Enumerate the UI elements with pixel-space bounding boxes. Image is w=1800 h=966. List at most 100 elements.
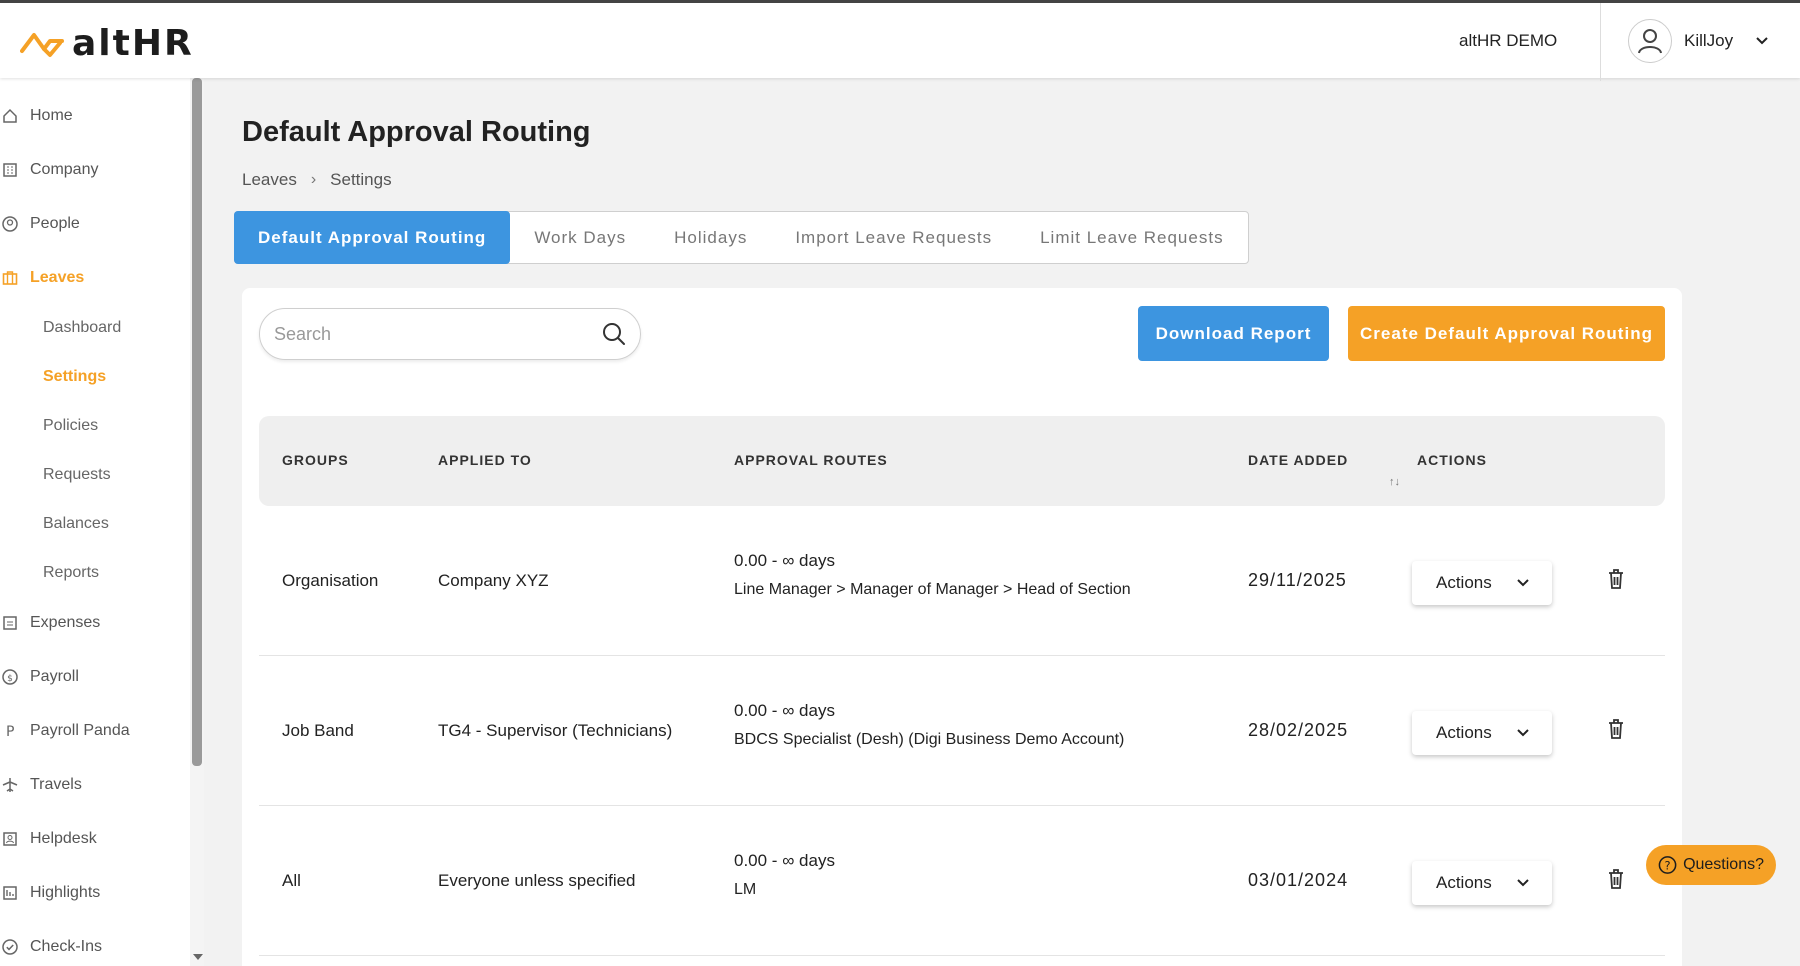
svg-text:?: ?	[1665, 858, 1671, 872]
logo-text: altHR	[72, 23, 194, 64]
sidebar-subitem-dashboard[interactable]: Dashboard	[43, 319, 121, 337]
route-range: 0.00 - ∞ days	[734, 551, 835, 570]
chevron-down-icon	[1517, 879, 1529, 887]
company-name: altHR DEMO	[1459, 31, 1558, 50]
search-icon[interactable]	[602, 322, 626, 346]
routing-card: Download Report Create Default Approval …	[242, 288, 1682, 966]
row-date-added: 28/02/2025	[1248, 720, 1349, 740]
sidebar-subitem-policies[interactable]: Policies	[43, 417, 98, 435]
actions-dropdown[interactable]: Actions	[1412, 711, 1552, 755]
chevron-down-icon	[1756, 37, 1768, 45]
user-name: KillJoy	[1684, 31, 1734, 50]
chevron-down-icon	[1517, 579, 1529, 587]
user-menu[interactable]: KillJoy	[1628, 19, 1769, 63]
sidebar-item-label: Payroll Panda	[30, 722, 130, 739]
sidebar-item-home[interactable]: Home	[0, 106, 73, 126]
tab-default-approval-routing[interactable]: Default Approval Routing	[234, 211, 511, 264]
sidebar-item-label: Payroll	[30, 668, 79, 685]
sidebar-item-company[interactable]: Company	[0, 160, 98, 180]
highlights-icon	[0, 883, 20, 903]
row-group: All	[282, 871, 301, 890]
sidebar-item-label: Helpdesk	[30, 830, 97, 847]
search-input[interactable]	[274, 323, 602, 345]
plane-icon	[0, 775, 20, 795]
sidebar: Home Company People Leaves Dashboard Set…	[0, 78, 190, 966]
sort-icon[interactable]: ↑↓	[1389, 476, 1400, 488]
top-bar: altHR altHR DEMO KillJoy	[0, 0, 1800, 81]
scrollbar-thumb[interactable]	[192, 78, 202, 766]
helpdesk-icon	[0, 829, 20, 849]
sidebar-item-payroll-panda[interactable]: P Payroll Panda	[0, 721, 130, 741]
column-header-approval-routes: APPROVAL ROUTES	[734, 452, 888, 468]
home-icon	[0, 106, 20, 126]
p-icon: P	[0, 721, 20, 741]
user-icon	[1638, 29, 1662, 54]
sidebar-item-label: Travels	[30, 776, 82, 793]
breadcrumb: Leaves › Settings	[242, 170, 392, 190]
tab-limit-leave-requests[interactable]: Limit Leave Requests	[1016, 212, 1247, 263]
tab-work-days[interactable]: Work Days	[510, 212, 650, 263]
sidebar-item-leaves[interactable]: Leaves	[0, 268, 84, 288]
sidebar-scrollbar[interactable]	[190, 78, 204, 966]
row-date-added: 29/11/2025	[1248, 570, 1347, 590]
sidebar-item-expenses[interactable]: Expenses	[0, 613, 100, 633]
building-icon	[0, 160, 20, 180]
sidebar-item-travels[interactable]: Travels	[0, 775, 82, 795]
download-report-button[interactable]: Download Report	[1138, 306, 1329, 361]
svg-text:P: P	[6, 724, 14, 739]
svg-text:$: $	[7, 674, 13, 684]
help-circle-icon: ?	[1658, 856, 1677, 874]
settings-tabs: Default Approval Routing Work Days Holid…	[234, 211, 1249, 264]
table-row: All Everyone unless specified 0.00 - ∞ d…	[259, 806, 1665, 956]
tab-holidays[interactable]: Holidays	[650, 212, 771, 263]
sidebar-item-helpdesk[interactable]: Helpdesk	[0, 829, 97, 849]
route-range: 0.00 - ∞ days	[734, 851, 835, 870]
questions-button[interactable]: ? Questions?	[1646, 845, 1776, 885]
sidebar-item-label: Check-Ins	[30, 938, 103, 955]
trash-icon[interactable]	[1606, 868, 1626, 890]
row-group: Organisation	[282, 571, 379, 590]
route-path: LM	[734, 881, 757, 898]
sidebar-subitem-reports[interactable]: Reports	[43, 564, 99, 582]
sidebar-item-label: Highlights	[30, 884, 101, 901]
sidebar-item-label: Leaves	[30, 269, 85, 286]
actions-label: Actions	[1436, 873, 1492, 892]
sidebar-item-check-ins[interactable]: Check-Ins	[0, 937, 102, 957]
table-row: Job Band TG4 - Supervisor (Technicians) …	[259, 656, 1665, 806]
row-applied-to: Everyone unless specified	[438, 871, 636, 890]
logo[interactable]: altHR	[20, 23, 194, 64]
chevron-right-icon: ›	[310, 171, 317, 188]
scroll-down-icon[interactable]	[193, 954, 203, 960]
logo-mark-icon	[20, 32, 64, 57]
actions-dropdown[interactable]: Actions	[1412, 861, 1552, 905]
dollar-icon: $	[0, 667, 20, 687]
route-range: 0.00 - ∞ days	[734, 701, 835, 720]
sidebar-item-label: Home	[30, 107, 73, 124]
actions-label: Actions	[1436, 723, 1492, 742]
divider	[1600, 3, 1601, 81]
create-routing-button[interactable]: Create Default Approval Routing	[1348, 306, 1665, 361]
sidebar-subitem-requests[interactable]: Requests	[43, 466, 111, 484]
route-path: Line Manager > Manager of Manager > Head…	[734, 581, 1131, 598]
column-header-date-added[interactable]: DATE ADDED	[1248, 452, 1348, 468]
column-header-applied-to: APPLIED TO	[438, 452, 532, 468]
avatar	[1628, 19, 1672, 63]
sidebar-subitem-balances[interactable]: Balances	[43, 515, 109, 533]
sidebar-item-label: People	[30, 215, 80, 232]
receipt-icon	[0, 613, 20, 633]
tab-import-leave-requests[interactable]: Import Leave Requests	[771, 212, 1016, 263]
breadcrumb-leaves[interactable]: Leaves	[242, 170, 297, 190]
actions-dropdown[interactable]: Actions	[1412, 561, 1552, 605]
sidebar-item-payroll[interactable]: $ Payroll	[0, 667, 79, 687]
sidebar-item-highlights[interactable]: Highlights	[0, 883, 100, 903]
sidebar-subitem-settings[interactable]: Settings	[43, 368, 106, 386]
actions-label: Actions	[1436, 573, 1492, 592]
trash-icon[interactable]	[1606, 568, 1626, 590]
column-header-actions: ACTIONS	[1417, 452, 1487, 468]
search-box	[259, 308, 641, 360]
trash-icon[interactable]	[1606, 718, 1626, 740]
breadcrumb-settings: Settings	[330, 170, 392, 189]
page-title: Default Approval Routing	[242, 116, 591, 148]
sidebar-item-people[interactable]: People	[0, 214, 80, 234]
briefcase-icon	[0, 268, 20, 288]
